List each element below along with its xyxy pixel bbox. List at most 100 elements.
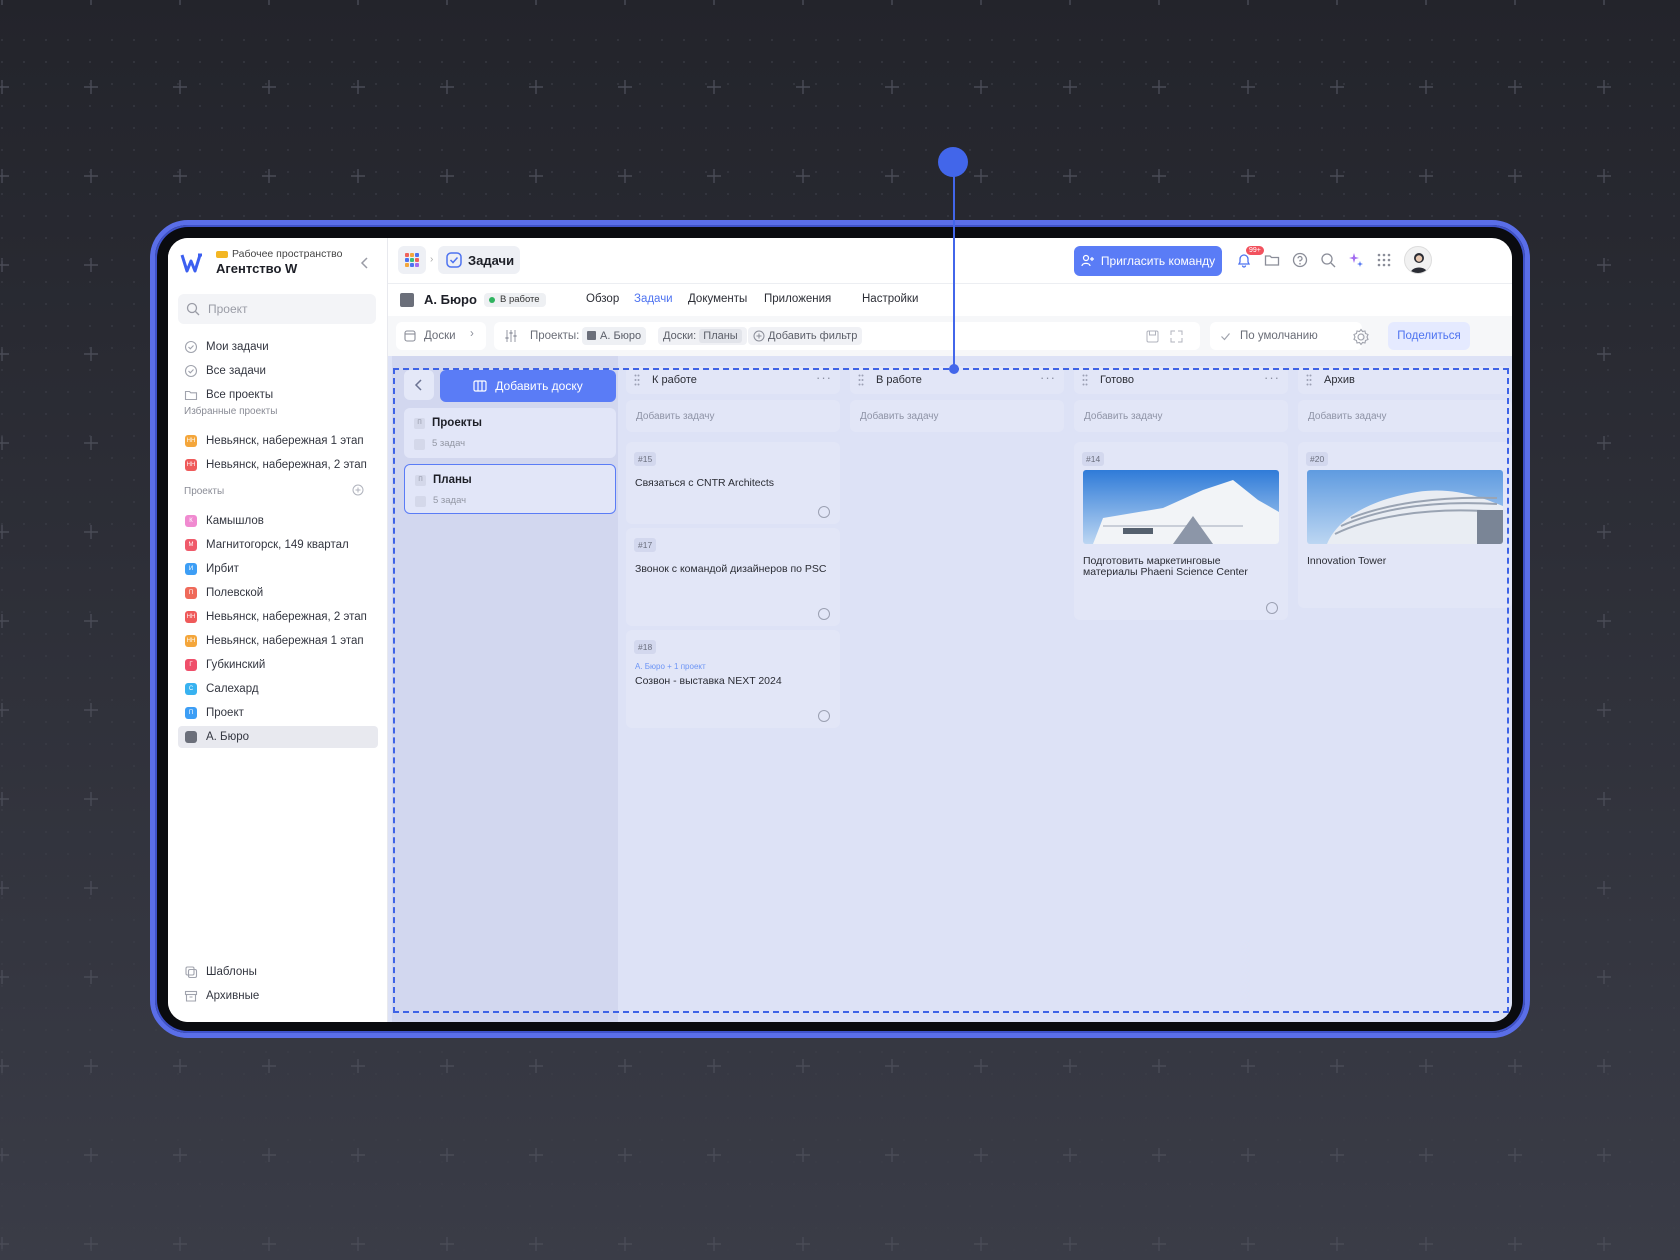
grid-plus-mark [796, 80, 810, 94]
grid-dot [1233, 61, 1235, 63]
grid-dot [1585, 215, 1587, 217]
project-tab[interactable]: Настройки [862, 293, 918, 305]
ai-sparkle-icon[interactable] [1348, 252, 1364, 268]
grid-dot [1563, 523, 1565, 525]
drag-handle-icon[interactable] [858, 374, 864, 386]
sidebar-project-item[interactable]: П Проект [178, 702, 378, 724]
complete-task-checkbox[interactable] [1266, 602, 1278, 614]
sidebar-project-item[interactable]: НН Невьянск, набережная, 2 этап [178, 606, 378, 628]
grid-dot [1607, 787, 1609, 789]
user-avatar[interactable] [1404, 246, 1432, 274]
status-badge[interactable]: В работе [484, 293, 546, 307]
drag-handle-icon[interactable] [1306, 374, 1312, 386]
more-options-icon[interactable]: ··· [816, 370, 832, 385]
favorite-project-item[interactable]: НН Невьянск, набережная 1 этап [178, 430, 378, 452]
grid-dot [1673, 1161, 1675, 1163]
boards-filter-chip[interactable]: Доски: Планы [658, 327, 747, 345]
add-task-button[interactable]: Добавить задачу [850, 400, 1064, 432]
project-color-icon: С [185, 683, 197, 695]
filter-sliders-icon[interactable] [504, 329, 518, 343]
project-tab[interactable]: Документы [688, 293, 747, 305]
sidebar-bottom-item[interactable]: Шаблоны [178, 961, 378, 983]
apps-grid-button[interactable] [398, 246, 426, 274]
sidebar-nav-item[interactable]: Все проекты [178, 384, 378, 406]
grid-dot [309, 1073, 311, 1075]
gear-icon[interactable] [1352, 328, 1370, 346]
grid-dot [1541, 831, 1543, 833]
view-selector[interactable]: Доски › [396, 322, 486, 350]
sidebar-bottom-item[interactable]: Архивные [178, 985, 378, 1007]
complete-task-checkbox[interactable] [818, 608, 830, 620]
add-filter-button[interactable]: Добавить фильтр [748, 327, 863, 345]
expand-icon[interactable] [1170, 330, 1183, 343]
more-options-icon[interactable]: ··· [1264, 370, 1280, 385]
grid-dot [1607, 83, 1609, 85]
sidebar-project-item[interactable]: П Полевской [178, 582, 378, 604]
sidebar-project-item[interactable]: К Камышлов [178, 510, 378, 532]
sidebar-project-item[interactable]: М Магнитогорск, 149 квартал [178, 534, 378, 556]
sidebar-project-item[interactable]: Г Губкинский [178, 654, 378, 676]
sidebar-search[interactable]: Проект [178, 294, 376, 324]
add-task-button[interactable]: Добавить задачу [1298, 400, 1512, 432]
grid-dot [1673, 391, 1675, 393]
apps-dots-icon[interactable] [1376, 252, 1392, 268]
grid-dot [1365, 1249, 1367, 1251]
grid-dot [89, 1007, 91, 1009]
grid-dot [1, 457, 3, 459]
task-card[interactable]: #17 Звонок с командой дизайнеров по PSC [626, 528, 840, 626]
board-card[interactable]: П Планы 5 задач [404, 464, 616, 514]
task-card[interactable]: #20 Innovation Tower [1298, 442, 1512, 608]
save-icon[interactable] [1146, 330, 1159, 343]
task-card[interactable]: #14 Подготовить маркетинговые материалы … [1074, 442, 1288, 620]
more-options-icon[interactable]: ··· [1040, 370, 1056, 385]
task-card[interactable]: #18 А. Бюро + 1 проект Созвон - выставка N… [626, 630, 840, 728]
favorite-project-item[interactable]: НН Невьянск, набережная, 2 этап [178, 454, 378, 476]
add-project-icon[interactable] [352, 484, 364, 496]
sidebar-project-item[interactable]: НН Невьянск, набережная 1 этап [178, 630, 378, 652]
complete-task-checkbox[interactable] [818, 506, 830, 518]
grid-dot [375, 1051, 377, 1053]
complete-task-checkbox[interactable] [818, 710, 830, 722]
folder-icon[interactable] [1264, 252, 1280, 268]
workspace-name[interactable]: Агентство W [216, 261, 297, 276]
grid-dot [1585, 347, 1587, 349]
grid-dot [111, 303, 113, 305]
invite-team-button[interactable]: Пригласить команду [1074, 246, 1222, 276]
project-tab[interactable]: Приложения [764, 293, 831, 305]
board-card[interactable]: П Проекты 5 задач [404, 408, 616, 458]
section-chip-tasks[interactable]: Задачи [438, 246, 520, 274]
project-tab[interactable]: Задачи [634, 293, 673, 305]
sidebar-project-item[interactable]: С Салехард [178, 678, 378, 700]
project-tab[interactable]: Обзор [586, 293, 619, 305]
sidebar-project-item[interactable]: И Ирбит [178, 558, 378, 580]
add-board-button[interactable]: Добавить доску [440, 370, 616, 402]
grid-plus-mark [84, 436, 98, 450]
share-button[interactable]: Поделиться [1388, 322, 1470, 350]
projects-filter-chip[interactable]: А. Бюро [582, 327, 647, 345]
column-header[interactable]: Готово ··· [1074, 366, 1288, 394]
add-task-button[interactable]: Добавить задачу [1074, 400, 1288, 432]
grid-dot [1673, 303, 1675, 305]
grid-plus-mark [1514, 0, 1516, 5]
search-icon[interactable] [1320, 252, 1336, 268]
sidebar-nav-item[interactable]: Все задачи [178, 360, 378, 382]
add-task-button[interactable]: Добавить задачу [626, 400, 840, 432]
sidebar-nav-item[interactable]: Мои задачи [178, 336, 378, 358]
grid-dot [595, 171, 597, 173]
help-icon[interactable] [1292, 252, 1308, 268]
grid-dot [221, 61, 223, 63]
sidebar-project-item[interactable]: А. Бюро [178, 726, 378, 748]
collapse-boards-button[interactable] [404, 370, 434, 400]
grid-dot [551, 1161, 553, 1163]
drag-handle-icon[interactable] [1082, 374, 1088, 386]
column-header[interactable]: Архив [1298, 366, 1512, 394]
grid-dot [1343, 171, 1345, 173]
task-card[interactable]: #15 Связаться с CNTR Architects [626, 442, 840, 524]
sort-selector[interactable]: По умолчанию [1210, 322, 1362, 350]
drag-handle-icon[interactable] [634, 374, 640, 386]
grid-dot [1, 83, 3, 85]
collapse-sidebar-icon[interactable] [358, 256, 372, 270]
grid-dot [353, 1205, 355, 1207]
project-color-icon [185, 731, 197, 743]
column-header[interactable]: К работе ··· [626, 366, 840, 394]
